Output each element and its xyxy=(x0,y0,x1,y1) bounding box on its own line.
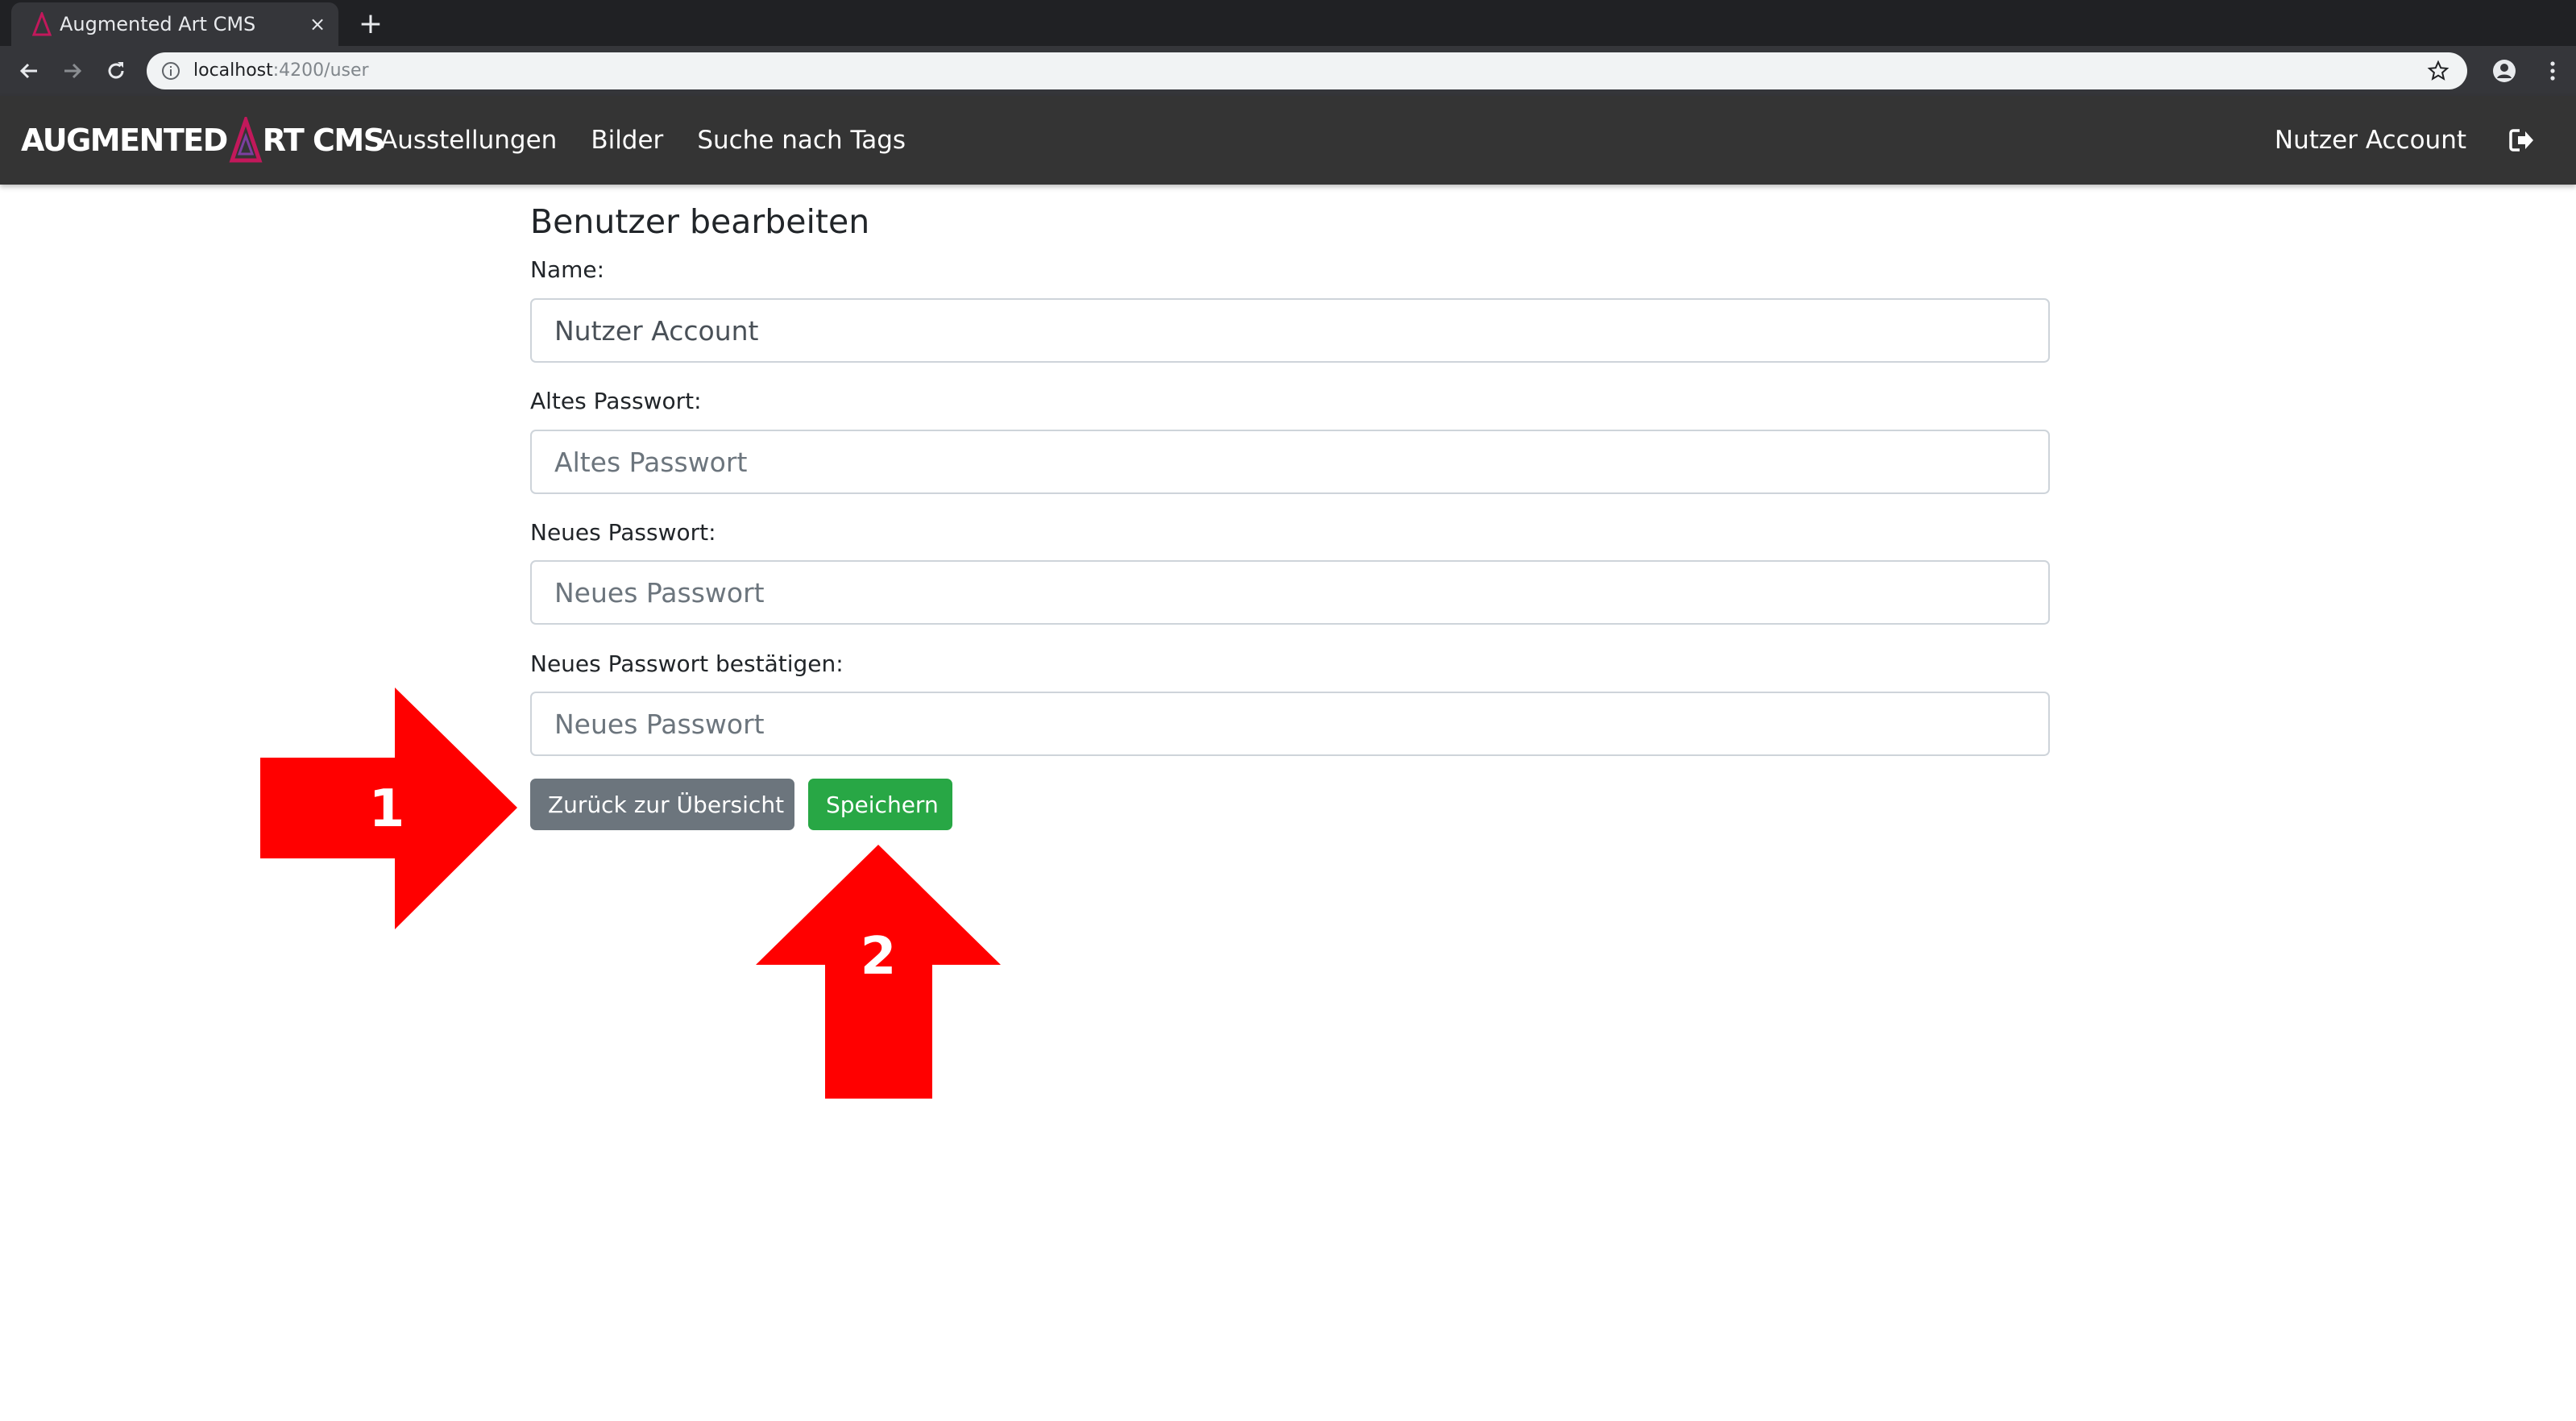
name-input[interactable] xyxy=(530,298,2050,363)
new-password-label: Neues Passwort: xyxy=(530,519,716,546)
browser-tabstrip: Augmented Art CMS × + xyxy=(0,0,2576,46)
page-title: Benutzer bearbeiten xyxy=(530,202,870,241)
brand-a-logo-icon xyxy=(229,117,263,163)
nav-links: Ausstellungen Bilder Suche nach Tags xyxy=(380,96,940,185)
browser-menu-icon[interactable] xyxy=(2538,56,2567,85)
app-navbar: AUGMENTED RT CMS Ausstellungen Bilder Su… xyxy=(0,96,2576,185)
tab-title: Augmented Art CMS xyxy=(60,13,256,35)
brand-logo[interactable]: AUGMENTED RT CMS xyxy=(21,96,385,185)
annotation-arrow-2: 2 xyxy=(756,845,1001,1099)
annotation-arrow-1: 1 xyxy=(260,688,517,929)
nav-link-tag-search[interactable]: Suche nach Tags xyxy=(697,126,906,155)
nav-user-account[interactable]: Nutzer Account xyxy=(2275,96,2466,185)
back-to-overview-button[interactable]: Zurück zur Übersicht xyxy=(530,779,794,830)
reload-icon[interactable] xyxy=(100,55,132,87)
browser-toolbar: localhost:4200/user xyxy=(0,46,2576,96)
nav-link-ausstellungen[interactable]: Ausstellungen xyxy=(380,126,557,155)
annotation-arrow-1-label: 1 xyxy=(369,779,405,839)
new-tab-icon[interactable]: + xyxy=(355,8,387,40)
profile-avatar-icon[interactable] xyxy=(2490,56,2519,85)
back-arrow-icon[interactable] xyxy=(13,55,45,87)
tab-close-icon[interactable]: × xyxy=(305,11,330,37)
brand-text-part1: AUGMENTED xyxy=(21,123,228,158)
confirm-password-input[interactable] xyxy=(530,692,2050,756)
old-password-input[interactable] xyxy=(530,430,2050,494)
brand-text-part2: RT CMS xyxy=(262,123,385,158)
url-text[interactable]: localhost:4200/user xyxy=(193,52,369,89)
browser-tab[interactable]: Augmented Art CMS × xyxy=(11,2,338,46)
annotation-arrow-2-label: 2 xyxy=(861,927,897,987)
info-icon[interactable] xyxy=(161,61,180,81)
save-button[interactable]: Speichern xyxy=(808,779,952,830)
url-path: :4200/user xyxy=(272,60,369,81)
address-bar[interactable]: localhost:4200/user xyxy=(147,52,2467,89)
bookmark-star-icon[interactable] xyxy=(2427,60,2449,82)
forward-arrow-icon[interactable] xyxy=(56,55,89,87)
name-label: Name: xyxy=(530,256,605,283)
old-password-label: Altes Passwort: xyxy=(530,388,702,414)
app-favicon-icon xyxy=(32,12,52,36)
confirm-password-label: Neues Passwort bestätigen: xyxy=(530,650,844,677)
logout-icon[interactable] xyxy=(2508,126,2537,155)
url-host: localhost xyxy=(193,60,273,81)
nav-link-bilder[interactable]: Bilder xyxy=(591,126,663,155)
new-password-input[interactable] xyxy=(530,560,2050,625)
